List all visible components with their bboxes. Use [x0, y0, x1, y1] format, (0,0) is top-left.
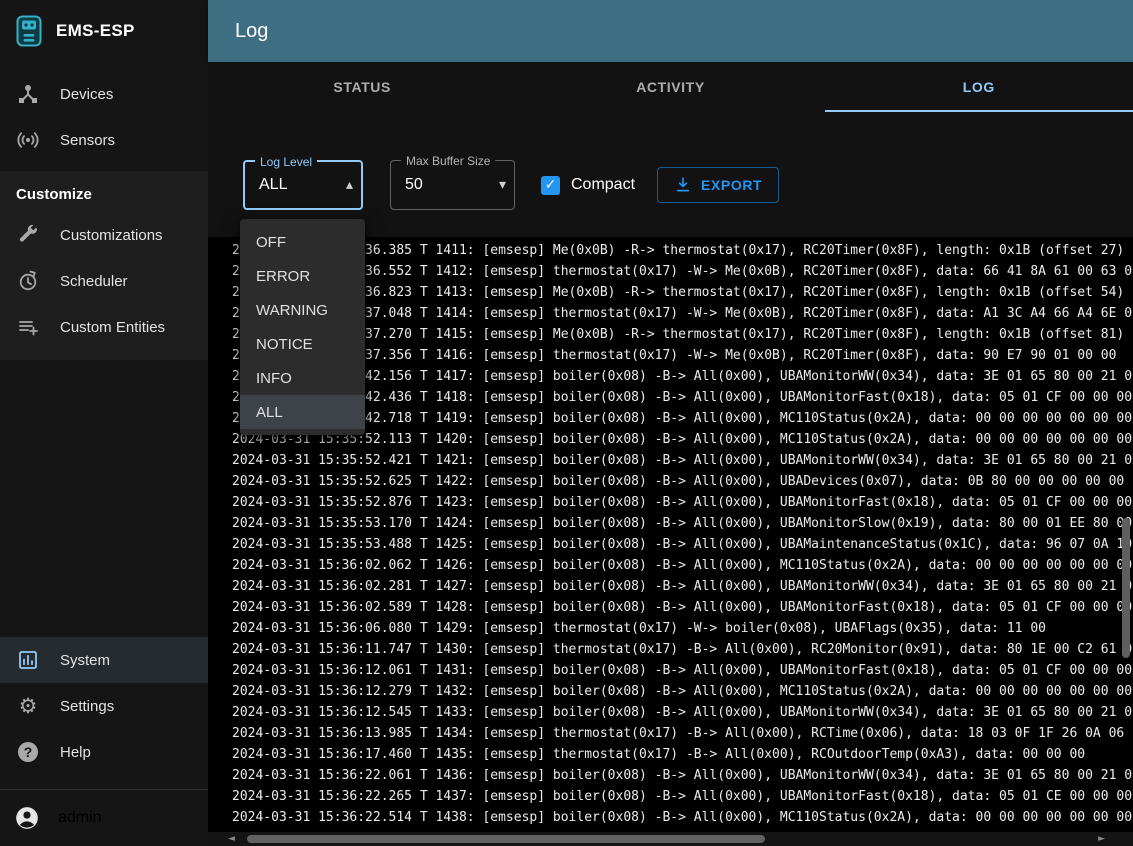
log-line: 2024-03-31 15:35:53.170 T 1424: [emsesp]…: [232, 513, 1133, 534]
sidebar-item-label: Help: [60, 744, 91, 761]
checkbox-checked-icon[interactable]: ✓: [541, 176, 560, 195]
sidebar-nav: Devices Sensors Customize Customizations: [0, 71, 208, 360]
download-icon: [674, 176, 692, 194]
sidebar-item-help[interactable]: ? Help: [0, 729, 208, 775]
sidebar-item-label: Custom Entities: [60, 319, 165, 336]
sidebar-item-label: Settings: [60, 698, 114, 715]
sidebar-item-custom-entities[interactable]: Custom Entities: [0, 304, 208, 350]
system-icon: [16, 648, 40, 672]
log-line: 2024-03-31 15:35:37.048 T 1414: [emsesp]…: [232, 303, 1133, 324]
sidebar: EMS-ESP Devices Sensors Customize: [0, 0, 208, 846]
log-level-menu: OFF ERROR WARNING NOTICE INFO ALL: [240, 219, 365, 435]
log-line: 2024-03-31 15:35:52.876 T 1423: [emsesp]…: [232, 492, 1133, 513]
vertical-scrollbar-thumb[interactable]: [1122, 518, 1130, 658]
log-level-select[interactable]: Log Level ALL ▴: [243, 160, 363, 210]
log-line: 2024-03-31 15:36:02.589 T 1428: [emsesp]…: [232, 597, 1133, 618]
sidebar-item-label: System: [60, 652, 110, 669]
sidebar-item-settings[interactable]: ⚙ Settings: [0, 683, 208, 729]
scroll-left-icon[interactable]: ◄: [228, 833, 235, 845]
scheduler-icon: [16, 269, 40, 293]
export-button[interactable]: EXPORT: [657, 167, 779, 203]
caret-down-icon: ▾: [499, 177, 506, 193]
customize-section: Customize Customizations Scheduler: [0, 171, 208, 360]
log-line: 2024-03-31 15:36:22.061 T 1436: [emsesp]…: [232, 765, 1133, 786]
log-line: 2024-03-31 15:36:11.747 T 1430: [emsesp]…: [232, 639, 1133, 660]
sensors-icon: [16, 128, 40, 152]
compact-checkbox-label: Compact: [571, 176, 635, 194]
log-line: 2024-03-31 15:36:12.545 T 1433: [emsesp]…: [232, 702, 1133, 723]
log-line: 2024-03-31 15:36:17.460 T 1435: [emsesp]…: [232, 744, 1133, 765]
sidebar-item-customizations[interactable]: Customizations: [0, 212, 208, 258]
tab-status[interactable]: STATUS: [208, 62, 516, 112]
log-line: 2024-03-31 15:35:36.385 T 1411: [emsesp]…: [232, 240, 1133, 261]
log-line: 2024-03-31 15:35:37.270 T 1415: [emsesp]…: [232, 324, 1133, 345]
gear-icon: ⚙: [16, 694, 40, 718]
user-name: admin: [58, 809, 102, 827]
log-level-select-label: Log Level: [255, 155, 317, 169]
sidebar-item-label: Customizations: [60, 227, 163, 244]
log-line: 2024-03-31 15:36:02.281 T 1427: [emsesp]…: [232, 576, 1133, 597]
export-button-label: EXPORT: [701, 177, 762, 193]
app-name: EMS-ESP: [56, 21, 135, 41]
log-line: 2024-03-31 15:35:52.421 T 1421: [emsesp]…: [232, 450, 1133, 471]
log-line: 2024-03-31 15:36:12.279 T 1432: [emsesp]…: [232, 681, 1133, 702]
sidebar-bottom: System ⚙ Settings ? Help admin: [0, 637, 208, 846]
log-level-select-value: ALL: [259, 176, 287, 194]
log-line: 2024-03-31 15:36:02.062 T 1426: [emsesp]…: [232, 555, 1133, 576]
caret-up-icon: ▴: [346, 177, 353, 193]
sidebar-item-scheduler[interactable]: Scheduler: [0, 258, 208, 304]
custom-entities-icon: [16, 315, 40, 339]
compact-checkbox[interactable]: ✓ Compact: [541, 176, 635, 195]
app-brand: EMS-ESP: [0, 0, 208, 62]
sidebar-item-sensors[interactable]: Sensors: [0, 117, 208, 163]
log-line: 2024-03-31 15:35:42.156 T 1417: [emsesp]…: [232, 366, 1133, 387]
help-icon: ?: [18, 742, 38, 762]
log-line: 2024-03-31 15:35:42.718 T 1419: [emsesp]…: [232, 408, 1133, 429]
log-line: 2024-03-31 15:36:22.514 T 1438: [emsesp]…: [232, 807, 1133, 828]
log-line: 2024-03-31 15:35:52.625 T 1422: [emsesp]…: [232, 471, 1133, 492]
menu-item-info[interactable]: INFO: [240, 361, 365, 395]
menu-item-error[interactable]: ERROR: [240, 259, 365, 293]
menu-item-off[interactable]: OFF: [240, 225, 365, 259]
tab-log[interactable]: LOG: [825, 62, 1133, 112]
log-line: 2024-03-31 15:36:22.265 T 1437: [emsesp]…: [232, 786, 1133, 807]
log-line: 2024-03-31 15:35:36.823 T 1413: [emsesp]…: [232, 282, 1133, 303]
max-buffer-size-value: 50: [405, 176, 423, 194]
log-line: 2024-03-31 15:35:52.113 T 1420: [emsesp]…: [232, 429, 1133, 450]
customize-section-label: Customize: [0, 171, 208, 212]
menu-item-notice[interactable]: NOTICE: [240, 327, 365, 361]
horizontal-scrollbar[interactable]: ◄ ►: [208, 832, 1133, 846]
log-panel: Log Level ALL ▴ Max Buffer Size 50 ▾ ✓ C…: [208, 112, 1133, 846]
log-line: 2024-03-31 15:36:06.080 T 1429: [emsesp]…: [232, 618, 1133, 639]
user-account-row[interactable]: admin: [0, 790, 208, 846]
devices-icon: [16, 82, 40, 106]
sidebar-item-label: Sensors: [60, 132, 115, 149]
app-root: EMS-ESP Devices Sensors Customize: [0, 0, 1133, 846]
max-buffer-size-label: Max Buffer Size: [401, 154, 495, 168]
log-line: 2024-03-31 15:36:12.061 T 1431: [emsesp]…: [232, 660, 1133, 681]
log-line: 2024-03-31 15:36:13.985 T 1434: [emsesp]…: [232, 723, 1133, 744]
log-controls: Log Level ALL ▴ Max Buffer Size 50 ▾ ✓ C…: [243, 160, 779, 210]
app-logo-icon: [16, 15, 42, 47]
menu-item-warning[interactable]: WARNING: [240, 293, 365, 327]
scroll-right-icon[interactable]: ►: [1098, 833, 1105, 845]
sidebar-item-label: Devices: [60, 86, 113, 103]
tab-activity[interactable]: ACTIVITY: [516, 62, 824, 112]
customizations-icon: [16, 223, 40, 247]
log-line: 2024-03-31 15:35:53.488 T 1425: [emsesp]…: [232, 534, 1133, 555]
page-title: Log: [235, 20, 268, 43]
log-line: 2024-03-31 15:35:36.552 T 1412: [emsesp]…: [232, 261, 1133, 282]
max-buffer-size-select[interactable]: Max Buffer Size 50 ▾: [390, 160, 515, 210]
menu-item-all[interactable]: ALL: [240, 395, 365, 429]
sidebar-item-system[interactable]: System: [0, 637, 208, 683]
main: Log STATUS ACTIVITY LOG Log Level ALL ▴ …: [208, 0, 1133, 846]
appbar: Log: [208, 0, 1133, 62]
sidebar-item-devices[interactable]: Devices: [0, 71, 208, 117]
log-line: 2024-03-31 15:35:42.436 T 1418: [emsesp]…: [232, 387, 1133, 408]
account-circle-icon: [14, 805, 40, 831]
log-line: 2024-03-31 15:35:37.356 T 1416: [emsesp]…: [232, 345, 1133, 366]
horizontal-scrollbar-thumb[interactable]: [247, 835, 765, 843]
sidebar-item-label: Scheduler: [60, 273, 128, 290]
tab-bar: STATUS ACTIVITY LOG: [208, 62, 1133, 112]
